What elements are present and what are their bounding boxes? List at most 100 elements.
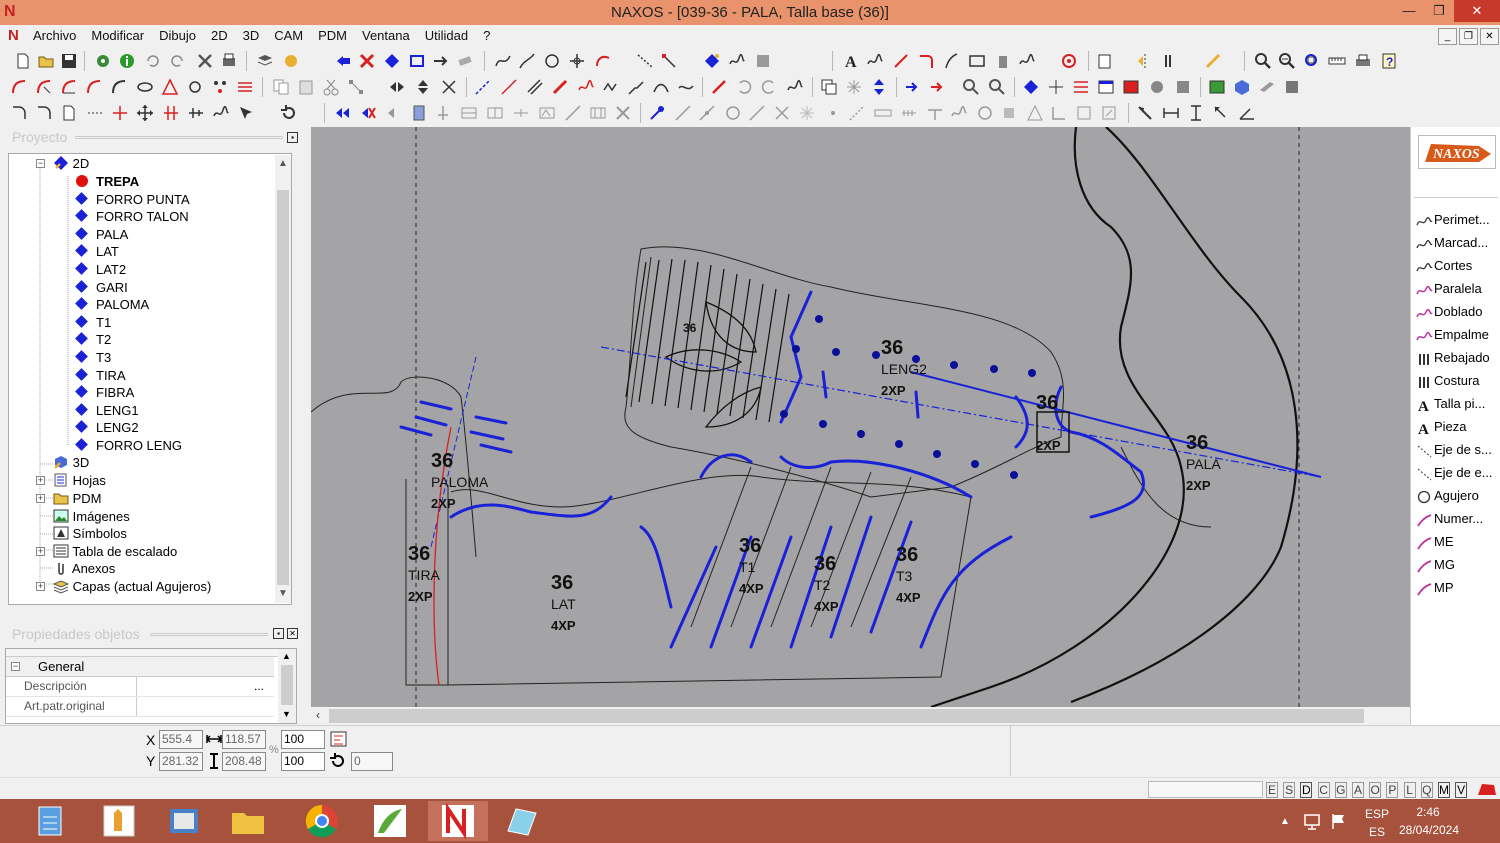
tree-piece-trepa[interactable]: TREPA (75, 173, 139, 190)
horizontal-dim-icon[interactable] (1162, 104, 1180, 122)
status-flag-d[interactable]: D (1300, 782, 1313, 798)
solid-line-icon[interactable] (500, 78, 518, 96)
wave-line-icon[interactable] (577, 78, 595, 96)
tool-eje-de-s[interactable]: Eje de s... (1416, 439, 1500, 461)
scale-icon[interactable] (440, 78, 458, 96)
taskbar-app[interactable] (492, 801, 552, 841)
glue-tool-icon[interactable] (994, 52, 1012, 70)
dimension-tool-icon[interactable] (1136, 104, 1154, 122)
curve-edit-icon[interactable] (212, 104, 230, 122)
pen-tool-icon[interactable] (892, 52, 910, 70)
circle-tool-icon[interactable] (543, 52, 561, 70)
brush-tool-icon[interactable] (1204, 52, 1222, 70)
anchor-tool-icon[interactable] (434, 104, 452, 122)
tree-node-anexos[interactable]: Anexos (53, 560, 115, 577)
prop-descripcion-ellipsis-button[interactable]: ... (254, 679, 264, 693)
pin-tool-icon[interactable] (648, 104, 666, 122)
x-coordinate-field[interactable]: 555.4 (159, 730, 203, 749)
print-setup-icon[interactable] (220, 52, 238, 70)
step-line-icon[interactable] (627, 78, 645, 96)
rotate-right-icon[interactable] (760, 78, 778, 96)
circle-gray-icon[interactable] (724, 104, 742, 122)
magnify-2-icon[interactable] (988, 78, 1006, 96)
save-icon[interactable] (60, 52, 78, 70)
taskbar-chrome[interactable] (292, 801, 352, 841)
radius-dim-icon[interactable] (1212, 104, 1230, 122)
fill-tool-icon[interactable] (703, 52, 721, 70)
resize-gray-icon[interactable] (1100, 104, 1118, 122)
delete-icon[interactable] (196, 52, 214, 70)
point-tool-icon[interactable] (568, 52, 586, 70)
tool-talla-pi[interactable]: A Talla pi... (1416, 393, 1500, 415)
clock-time[interactable]: 2:46 (1400, 805, 1456, 819)
properties-pin-button[interactable]: ▪ (273, 628, 284, 639)
cube-icon[interactable] (1233, 78, 1251, 96)
triangle-gray-icon[interactable] (1026, 104, 1044, 122)
corner-tool-icon[interactable] (10, 104, 28, 122)
tree-piece-leng2[interactable]: LENG2 (75, 419, 139, 436)
scroll-down-icon[interactable]: ▼ (278, 588, 288, 599)
menu-dibujo[interactable]: Dibujo (159, 28, 196, 43)
branch-tool-icon[interactable] (512, 104, 530, 122)
x-gray-icon[interactable] (773, 104, 791, 122)
parallel-line-icon[interactable] (526, 78, 544, 96)
menu-pdm[interactable]: PDM (318, 28, 347, 43)
angle-dim-icon[interactable] (1238, 104, 1256, 122)
tree-node-tabla-escalado[interactable]: Tabla de escalado (53, 543, 177, 560)
page-tool-icon[interactable] (60, 104, 78, 122)
refresh-icon[interactable] (280, 104, 298, 122)
stamp-icon[interactable] (1174, 78, 1192, 96)
cut-icon[interactable] (322, 78, 340, 96)
tree-node-pdm[interactable]: PDM (53, 490, 102, 507)
menu-3d[interactable]: 3D (243, 28, 260, 43)
tree-piece-lat[interactable]: LAT (75, 243, 119, 260)
zoom-out-icon[interactable] (1278, 52, 1296, 70)
tree-piece-paloma[interactable]: PALOMA (75, 296, 149, 313)
input-language[interactable]: ESP ES (1362, 805, 1392, 841)
duplicate-icon[interactable] (820, 78, 838, 96)
tool-mp[interactable]: MP (1416, 577, 1500, 599)
tool-agujero[interactable]: Agujero (1416, 485, 1500, 507)
tool-me[interactable]: ME (1416, 531, 1500, 553)
props-scroll-up-icon[interactable]: ▲ (282, 651, 291, 661)
tree-piece-tira[interactable]: TIRA (75, 367, 126, 384)
menu-modificar[interactable]: Modificar (91, 28, 144, 43)
diamond-tool-icon[interactable] (383, 52, 401, 70)
rotate-left-icon[interactable] (735, 78, 753, 96)
tree-scroll-thumb[interactable] (277, 190, 289, 585)
taskbar-explorer[interactable] (218, 801, 278, 841)
measure-tool-icon[interactable] (86, 104, 104, 122)
corner-gray-icon[interactable] (1050, 104, 1068, 122)
split-icon[interactable] (929, 78, 947, 96)
properties-close-button[interactable]: ✕ (287, 628, 298, 639)
scale-x-field[interactable]: 100 (281, 730, 325, 749)
arrow-up-down-icon[interactable] (870, 78, 888, 96)
network-icon[interactable] (1303, 813, 1323, 831)
tree-node-2d[interactable]: 2D (53, 155, 89, 172)
ellipse-tool-icon[interactable] (136, 78, 154, 96)
doc-minimize-button[interactable]: _ (1438, 28, 1457, 45)
axis-icon[interactable] (1047, 78, 1065, 96)
pencil-icon[interactable] (551, 78, 569, 96)
tree-piece-forro-punta[interactable]: FORRO PUNTA (75, 191, 190, 208)
triangle-tool-icon[interactable] (161, 78, 179, 96)
mirror-tool-icon[interactable] (1136, 52, 1154, 70)
layers2-icon[interactable] (1283, 78, 1301, 96)
line-gray-3-icon[interactable] (748, 104, 766, 122)
tree-node-hojas[interactable]: Hojas (53, 472, 106, 489)
box-tool-icon[interactable] (460, 104, 478, 122)
doc-restore-button[interactable]: ❐ (1459, 28, 1478, 45)
flip-vertical-icon[interactable] (414, 78, 432, 96)
curve-line-icon[interactable] (652, 78, 670, 96)
explode-icon[interactable] (845, 78, 863, 96)
tool-paralela[interactable]: Paralela (1416, 278, 1500, 300)
close-button[interactable]: ✕ (1454, 0, 1500, 22)
tilde-line-icon[interactable] (677, 78, 695, 96)
knife-icon[interactable] (710, 78, 728, 96)
tool-perimet[interactable]: Perimet... (1416, 209, 1500, 231)
arc-cut-2-icon[interactable] (35, 78, 53, 96)
columns-icon[interactable] (589, 104, 607, 122)
tool-cortes[interactable]: Cortes (1416, 255, 1500, 277)
frame-gray-icon[interactable] (1075, 104, 1093, 122)
printer-icon[interactable] (1354, 52, 1372, 70)
